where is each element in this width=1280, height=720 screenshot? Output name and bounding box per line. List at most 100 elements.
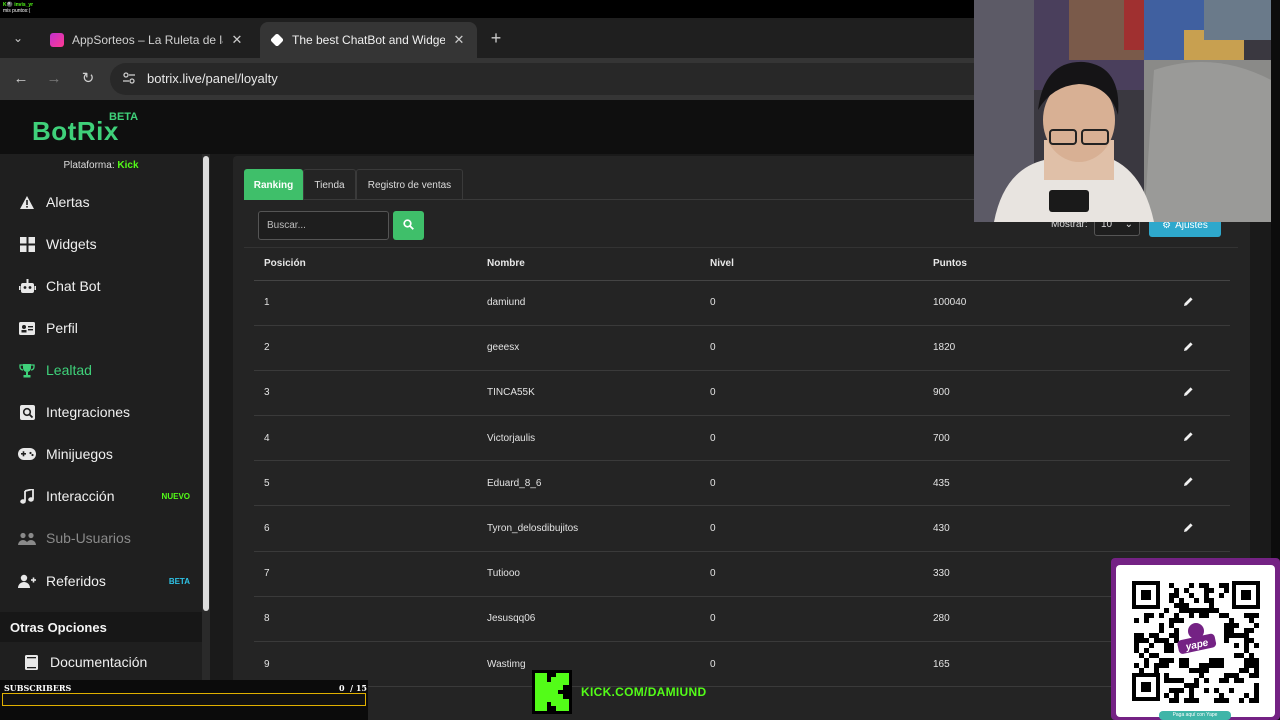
points-cell: 430 (923, 505, 1146, 552)
scrollbar-thumb[interactable] (203, 156, 209, 611)
edit-pencil-icon[interactable] (1183, 296, 1194, 310)
sidebar-item-documentacion[interactable]: Documentación (0, 641, 202, 683)
subscribers-label: SUBSCRIBERS (4, 683, 72, 693)
level-cell: 0 (700, 596, 923, 643)
close-tab-icon[interactable]: ✕ (229, 32, 245, 48)
table-row: 3 TINCA55K 0 900 (254, 370, 1230, 417)
edit-pencil-icon[interactable] (1183, 476, 1194, 490)
sidebar-item-minijuegos[interactable]: Minijuegos (0, 433, 202, 475)
tab-registro-de-ventas[interactable]: Registro de ventas (356, 169, 463, 200)
position-cell: 4 (254, 415, 477, 462)
grid-icon (18, 235, 36, 253)
kick-channel-url: KICK.COM/DAMIUND (581, 685, 707, 699)
back-arrow-icon[interactable]: ← (10, 68, 32, 90)
name-cell: Jesusqq06 (477, 596, 700, 643)
tab-tienda[interactable]: Tienda (303, 169, 356, 200)
sidebar-item-chat-bot[interactable]: Chat Bot (0, 265, 202, 307)
name-cell: geeesx (477, 325, 700, 371)
tab-ranking[interactable]: Ranking (244, 169, 303, 200)
edit-cell (1146, 505, 1230, 552)
level-cell: 0 (700, 370, 923, 417)
reload-icon[interactable]: ↻ (77, 68, 99, 90)
id-card-icon (18, 319, 36, 337)
edit-cell (1146, 460, 1230, 507)
sidebar-item-interaccion[interactable]: Interacción NUEVO (0, 475, 202, 517)
position-cell: 1 (254, 280, 477, 326)
points-cell: 1820 (923, 325, 1146, 371)
column-header-points[interactable]: Puntos (923, 248, 1146, 281)
edit-pencil-icon[interactable] (1183, 431, 1194, 445)
ranking-table: Posición Nombre Nivel Puntos 1 damiund 0 10… (254, 248, 1230, 688)
botrix-logo[interactable]: BotRix (32, 116, 119, 147)
kick-logo-icon (532, 670, 572, 714)
points-cell: 435 (923, 460, 1146, 507)
search-button[interactable] (393, 211, 424, 240)
table-row: 6 Tyron_delosdibujitos 0 430 (254, 505, 1230, 552)
level-cell: 0 (700, 505, 923, 552)
url-text: botrix.live/panel/loyalty (147, 71, 278, 86)
browser-tab-botrix[interactable]: The best ChatBot and Widgets for Kick ✕ (260, 22, 477, 58)
yape-caption: Paga aquí con Yape (1159, 711, 1231, 720)
column-header-level[interactable]: Nivel (700, 248, 923, 281)
stream-alert-line2: mis puntos:( (3, 8, 31, 14)
sidebar-item-lealtad[interactable]: Lealtad (0, 349, 202, 391)
browser-tab-appsorteos[interactable]: AppSorteos – La Ruleta de la Suerte ✕ (40, 22, 255, 58)
edit-pencil-icon[interactable] (1183, 386, 1194, 400)
sidebar-item-label: Sub-Usuarios (46, 530, 131, 546)
robot-icon (18, 277, 36, 295)
sidebar-item-perfil[interactable]: Perfil (0, 307, 202, 349)
trophy-icon (18, 361, 36, 379)
edit-cell (1146, 280, 1230, 326)
tab-search-chevron-icon[interactable]: ⌄ (8, 28, 28, 48)
subscribers-goal-widget: SUBSCRIBERS 0 / 15 (0, 680, 368, 720)
name-cell: TINCA55K (477, 370, 700, 417)
site-settings-icon[interactable] (122, 71, 136, 85)
tab-title: AppSorteos – La Ruleta de la Suerte (72, 33, 223, 47)
webcam-feed (974, 0, 1271, 222)
forward-arrow-icon[interactable]: → (43, 68, 65, 90)
sidebar-item-sub-usuarios[interactable]: Sub-Usuarios (0, 517, 202, 559)
subscribers-progress-bar (2, 693, 366, 706)
name-cell: Tyron_delosdibujitos (477, 505, 700, 552)
table-row: 1 damiund 0 100040 (254, 280, 1230, 326)
subscribers-goal: / 15 (350, 683, 367, 693)
user-plus-icon (18, 572, 36, 590)
points-cell: 900 (923, 370, 1146, 417)
platform-value: Kick (117, 160, 139, 171)
screen: K🎱 invis_yr mis puntos:( ⌄ AppSorteos – … (0, 0, 1280, 720)
column-header-name[interactable]: Nombre (477, 248, 700, 281)
edit-pencil-icon[interactable] (1183, 522, 1194, 536)
search-input[interactable] (258, 211, 389, 240)
table-row: 7 Tutiooo 0 330 (254, 551, 1230, 597)
new-badge: NUEVO (161, 491, 190, 501)
level-cell: 0 (700, 280, 923, 326)
new-tab-plus-icon[interactable]: + (486, 29, 506, 47)
sidebar-item-alertas[interactable]: Alertas (0, 181, 202, 223)
logo-beta-badge: BETA (109, 111, 139, 123)
other-options-heading: Otras Opciones (0, 612, 202, 642)
music-icon (18, 487, 36, 505)
level-cell: 0 (700, 551, 923, 597)
table-row: 8 Jesusqq06 0 280 (254, 596, 1230, 643)
name-cell: Eduard_8_6 (477, 460, 700, 507)
sidebar-item-label: Integraciones (46, 404, 131, 420)
column-header-position[interactable]: Posición (254, 248, 477, 281)
close-tab-icon[interactable]: ✕ (451, 32, 467, 48)
beta-badge: BETA (168, 576, 190, 586)
edit-pencil-icon[interactable] (1183, 341, 1194, 355)
position-cell: 3 (254, 370, 477, 417)
sidebar-scrollbar[interactable] (202, 154, 210, 699)
table-row: 4 Victorjaulis 0 700 (254, 415, 1230, 462)
position-cell: 8 (254, 596, 477, 643)
sidebar-item-label: Documentación (50, 654, 148, 670)
table-row: 2 geeesx 0 1820 (254, 325, 1230, 371)
sidebar-item-referidos[interactable]: Referidos BETA (0, 560, 202, 602)
yape-qr-code: yape (1116, 565, 1275, 717)
kick-channel-banner: KICK.COM/DAMIUND (532, 668, 722, 716)
book-icon (22, 653, 40, 671)
name-cell: Tutiooo (477, 551, 700, 597)
edit-cell (1146, 325, 1230, 371)
sidebar-item-widgets[interactable]: Widgets (0, 223, 202, 265)
sidebar-item-integraciones[interactable]: Integraciones (0, 391, 202, 433)
sidebar-item-label: Referidos (46, 573, 106, 589)
